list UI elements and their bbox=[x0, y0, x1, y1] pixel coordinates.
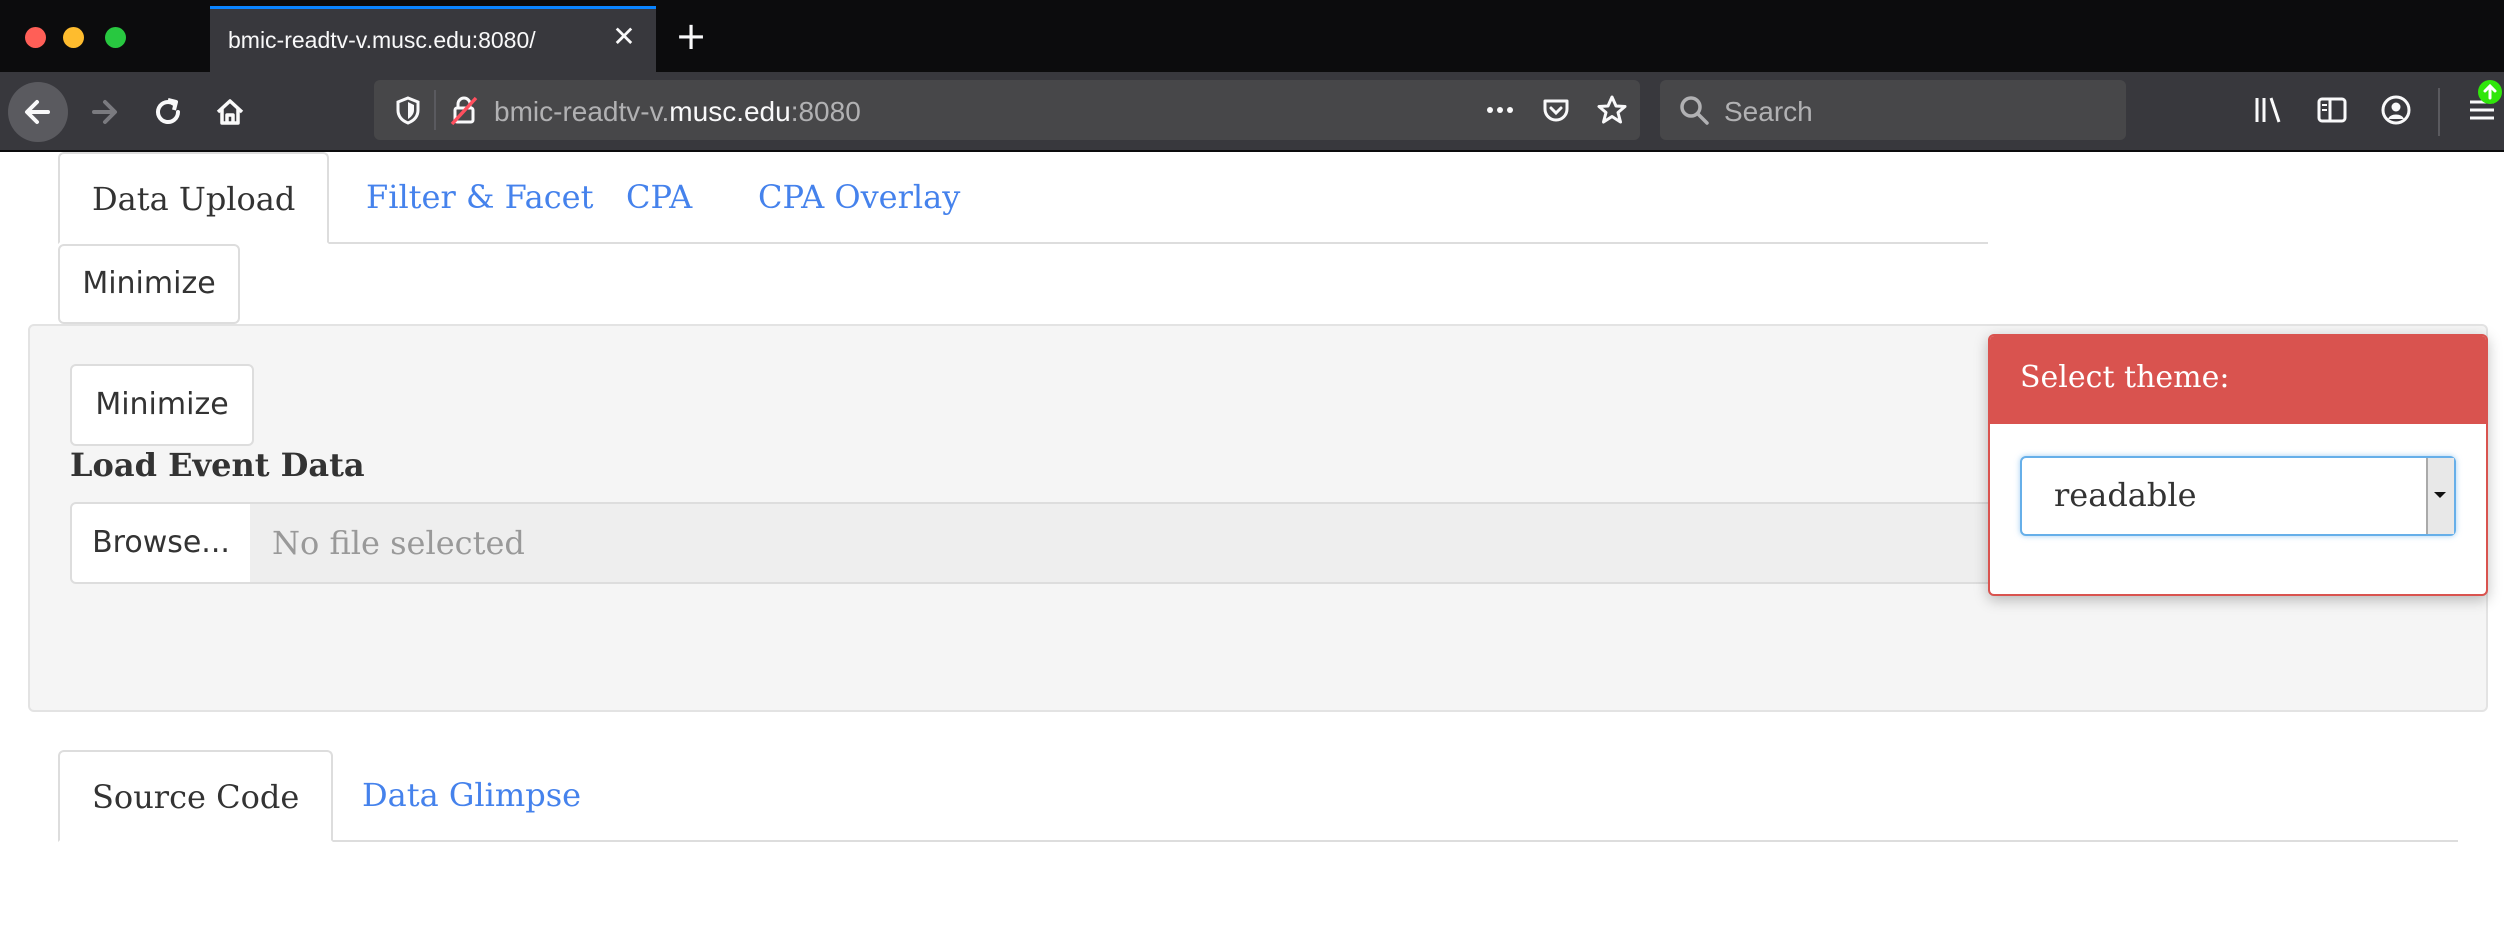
window-minimize-button[interactable] bbox=[63, 27, 84, 48]
tab-data-glimpse[interactable]: Data Glimpse bbox=[330, 750, 613, 840]
reload-button[interactable] bbox=[138, 82, 198, 142]
page-actions-more-icon[interactable] bbox=[1480, 90, 1520, 130]
search-placeholder: Search bbox=[1724, 96, 1813, 127]
theme-panel-title: Select theme: bbox=[2020, 360, 2230, 395]
url-bar[interactable]: bmic-readtv-v.musc.edu:8080 bbox=[374, 80, 1640, 140]
browser-tab-active[interactable]: bmic-readtv-v.musc.edu:8080/ ✕ bbox=[210, 6, 656, 72]
forward-arrow-icon bbox=[92, 100, 117, 124]
theme-selector-panel: Select theme: readable bbox=[1988, 334, 2488, 596]
account-icon[interactable] bbox=[2376, 90, 2416, 130]
tab-cpa[interactable]: CPA bbox=[594, 152, 724, 242]
back-arrow-icon bbox=[25, 100, 50, 124]
tab-data-upload[interactable]: Data Upload bbox=[58, 152, 330, 244]
minimize-button[interactable]: Minimize bbox=[58, 244, 240, 324]
window-close-button[interactable] bbox=[25, 27, 46, 48]
update-badge-icon[interactable] bbox=[2478, 80, 2502, 104]
tab-source-code[interactable]: Source Code bbox=[58, 750, 334, 842]
secondary-tab-bar: Source Code Data Glimpse bbox=[58, 750, 2458, 842]
theme-selected-value: readable bbox=[2054, 476, 2197, 514]
browser-nav-bar: bmic-readtv-v.musc.edu:8080 Search bbox=[0, 72, 2504, 152]
dropdown-caret-icon[interactable] bbox=[2426, 458, 2454, 534]
app-page: Data Upload Filter & Facet CPA CPA Overl… bbox=[0, 152, 2504, 952]
search-icon bbox=[1680, 96, 1709, 125]
bookmark-star-icon[interactable] bbox=[1592, 90, 1632, 130]
search-bar[interactable]: Search bbox=[1660, 80, 2126, 140]
browser-tab-strip: bmic-readtv-v.musc.edu:8080/ ✕ + bbox=[0, 0, 2504, 72]
main-tab-bar: Data Upload Filter & Facet CPA CPA Overl… bbox=[58, 152, 1988, 244]
library-icon[interactable] bbox=[2248, 90, 2288, 130]
window-maximize-button[interactable] bbox=[105, 27, 126, 48]
toolbar-divider bbox=[2438, 88, 2440, 136]
tab-filter-facet[interactable]: Filter & Facet bbox=[334, 152, 625, 242]
insecure-lock-icon[interactable] bbox=[444, 90, 484, 130]
sidebar-toggle-icon[interactable] bbox=[2312, 90, 2352, 130]
theme-panel-header: Select theme: bbox=[1990, 336, 2486, 424]
url-prefix: bmic-readtv-v. bbox=[494, 96, 670, 127]
url-domain: musc.edu bbox=[669, 96, 791, 127]
home-button[interactable] bbox=[200, 82, 260, 142]
reload-icon bbox=[156, 98, 180, 124]
tab-cpa-overlay[interactable]: CPA Overlay bbox=[726, 152, 992, 242]
forward-button[interactable] bbox=[76, 82, 136, 142]
url-separator bbox=[434, 90, 436, 130]
url-port: :8080 bbox=[790, 96, 861, 127]
new-tab-button[interactable]: + bbox=[672, 17, 710, 56]
browse-button[interactable]: Browse... bbox=[70, 502, 252, 584]
load-event-data-label: Load Event Data bbox=[70, 446, 365, 484]
back-button[interactable] bbox=[8, 82, 68, 142]
home-icon bbox=[216, 99, 244, 125]
tracking-shield-icon[interactable] bbox=[388, 90, 428, 130]
url-text[interactable]: bmic-readtv-v.musc.edu:8080 bbox=[494, 96, 861, 128]
tab-close-icon[interactable]: ✕ bbox=[610, 23, 638, 51]
upload-minimize-button[interactable]: Minimize bbox=[70, 364, 254, 446]
theme-select-dropdown[interactable]: readable bbox=[2020, 456, 2456, 536]
pocket-icon[interactable] bbox=[1536, 90, 1576, 130]
browser-tab-title: bmic-readtv-v.musc.edu:8080/ bbox=[228, 27, 536, 53]
